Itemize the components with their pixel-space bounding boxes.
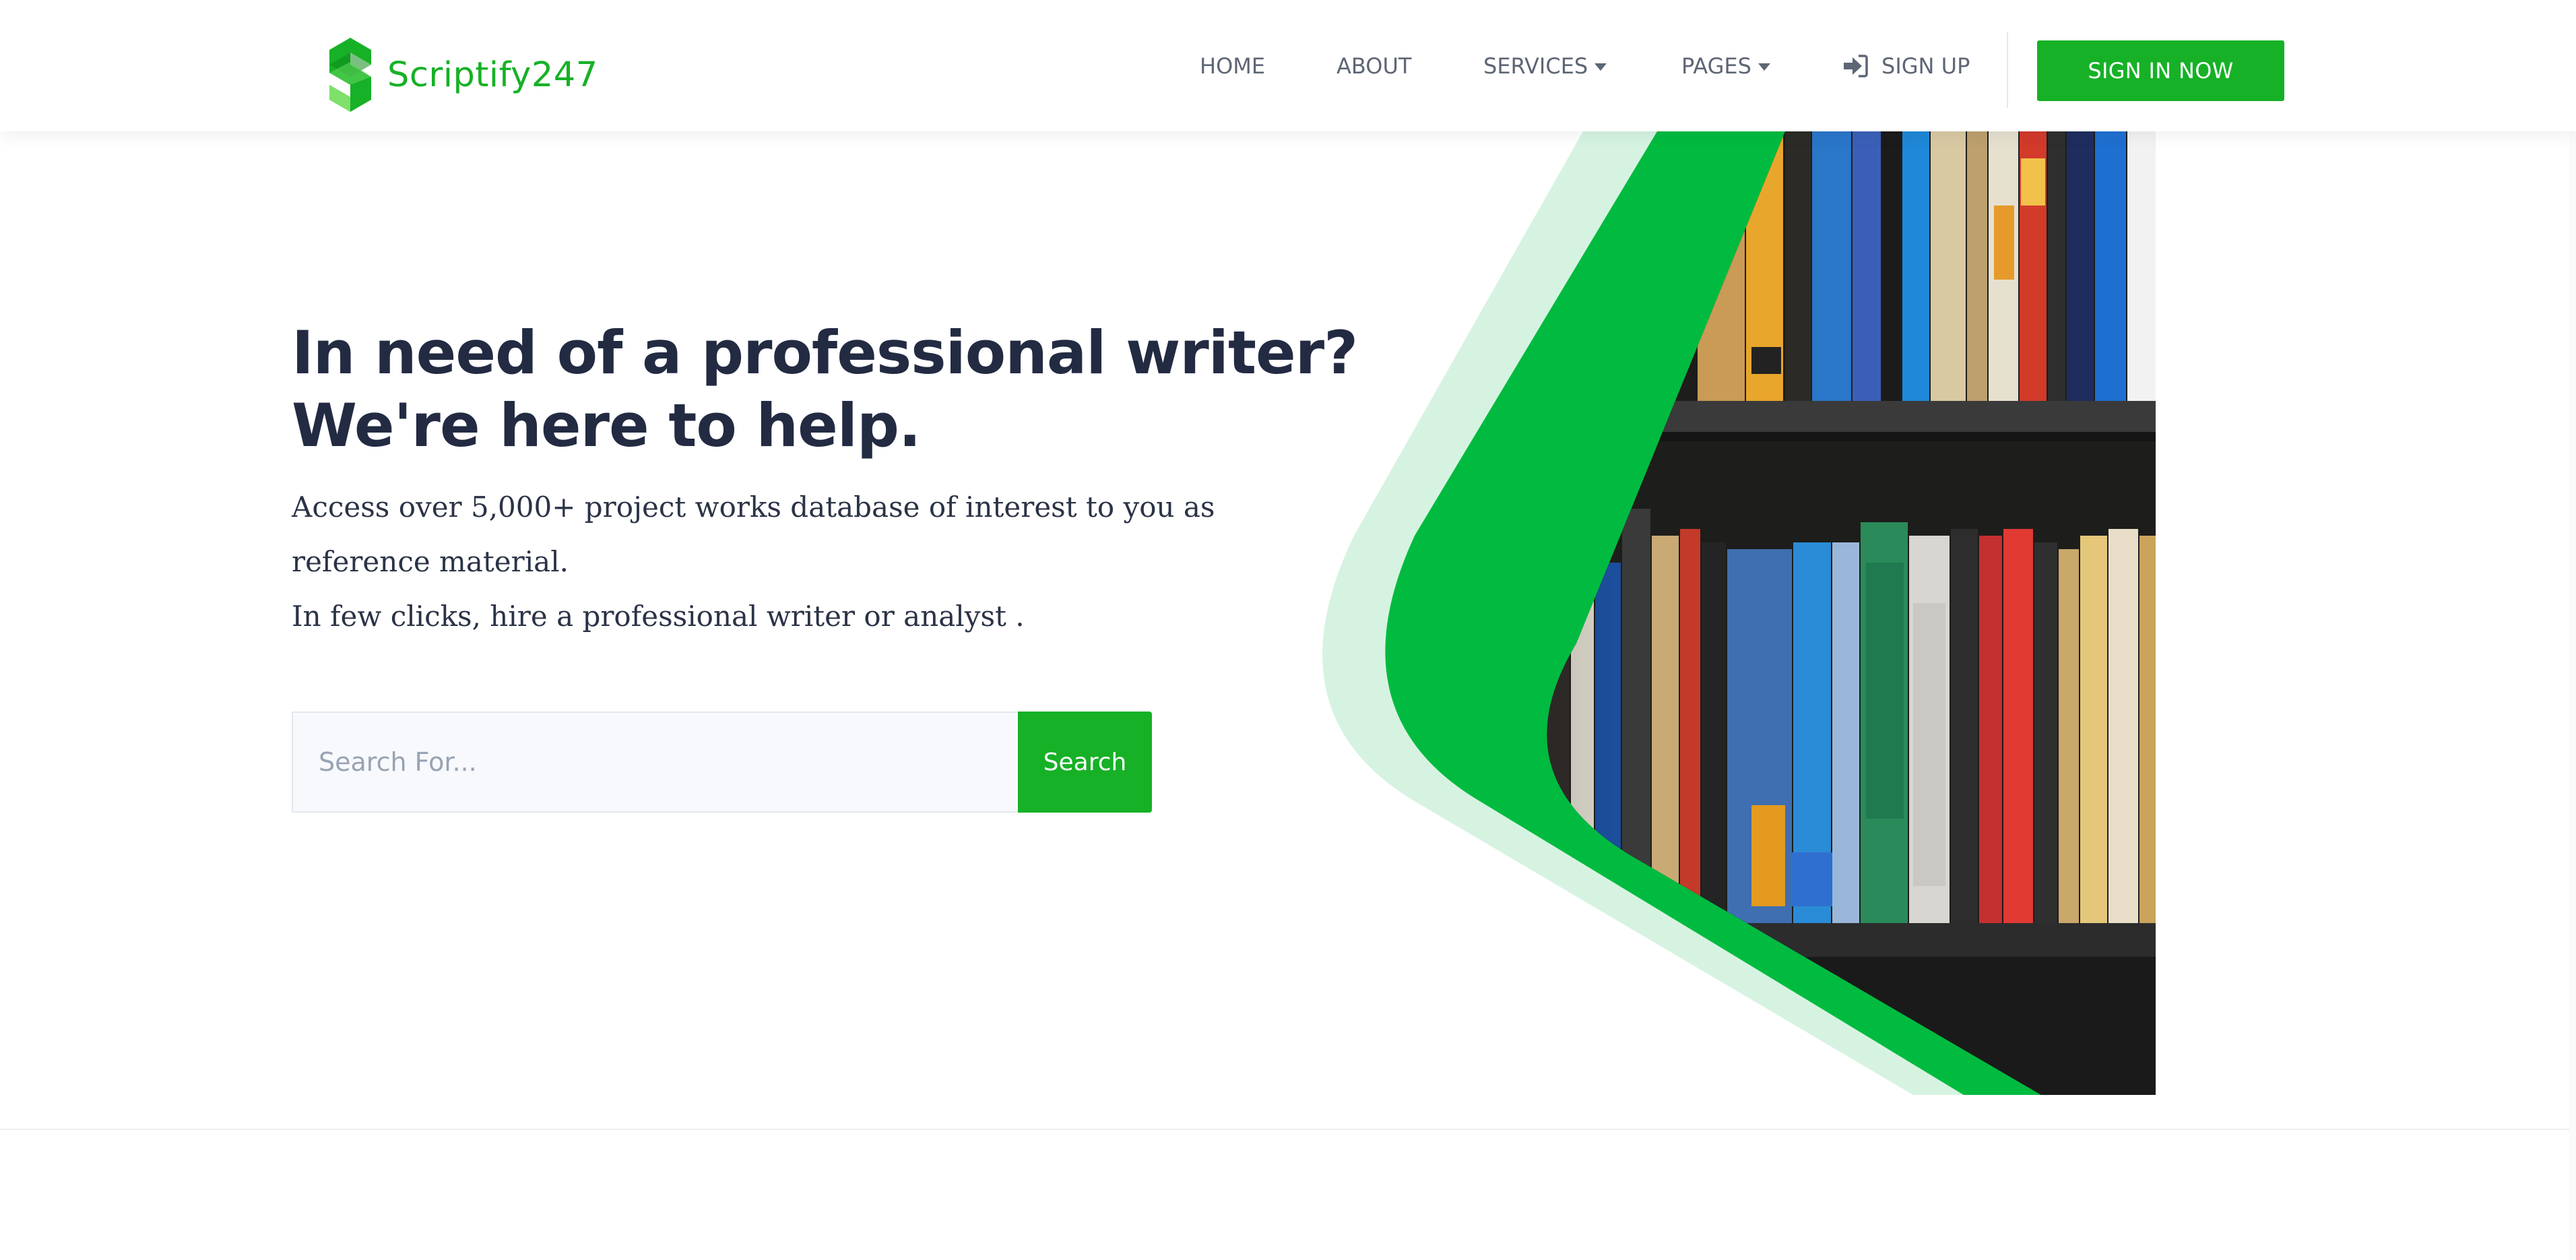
chevron-down-icon [1758, 63, 1770, 71]
nav-pages[interactable]: PAGES [1681, 0, 1770, 131]
nav-services[interactable]: SERVICES [1483, 0, 1607, 131]
page-scrollbar[interactable] [2569, 0, 2576, 1260]
nav-divider [2007, 32, 2008, 108]
brand-logo[interactable]: Scriptify247 [327, 38, 598, 112]
nav-signup-label: SIGN UP [1881, 53, 1970, 79]
nav-services-label: SERVICES [1483, 53, 1588, 79]
hero-description-line-2: reference material. [292, 545, 569, 578]
site-header: Scriptify247 HOME ABOUT SERVICES PAGES S… [0, 0, 2576, 131]
nav-about[interactable]: ABOUT [1337, 0, 1411, 131]
hero-heading-line-1: In need of a professional writer? [292, 318, 1358, 387]
hero-description-line-3: In few clicks, hire a professional write… [292, 600, 1025, 633]
sign-in-now-button[interactable]: SIGN IN NOW [2037, 40, 2284, 101]
search-form: Search [292, 712, 1152, 813]
s-logo-icon [329, 38, 371, 112]
search-input[interactable] [292, 712, 1018, 813]
section-divider [0, 1129, 2576, 1130]
nav-home[interactable]: HOME [1200, 0, 1265, 131]
hero-heading-line-2: We're here to help. [292, 391, 921, 460]
hero-illustration [1322, 131, 2156, 1095]
chevron-down-icon [1595, 63, 1607, 71]
brand-name: Scriptify247 [387, 55, 598, 95]
hero-description: Access over 5,000+ project works databas… [292, 480, 1221, 643]
search-button[interactable]: Search [1018, 712, 1152, 813]
hero-description-line-1: Access over 5,000+ project works databas… [292, 491, 1215, 524]
hero-heading: In need of a professional writer? We're … [292, 317, 1358, 462]
sign-in-icon [1844, 54, 1868, 77]
nav-pages-label: PAGES [1681, 53, 1751, 79]
nav-signup[interactable]: SIGN UP [1842, 0, 1970, 131]
